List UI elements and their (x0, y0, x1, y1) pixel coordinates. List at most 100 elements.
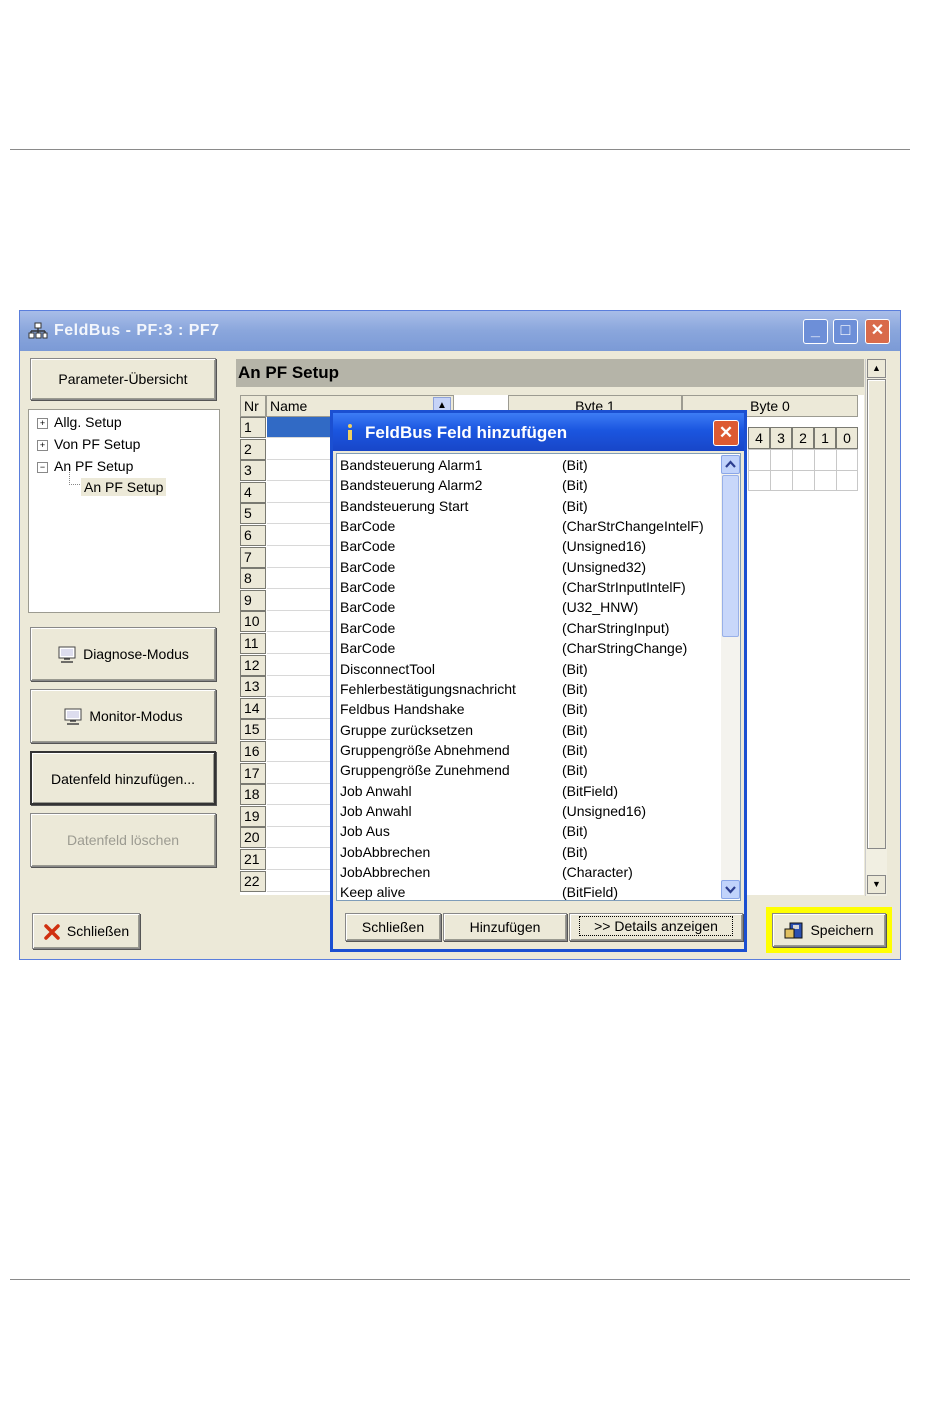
field-list-item[interactable]: BarCode (U32_HNW) (340, 599, 638, 619)
row-number[interactable]: 11 (240, 633, 266, 654)
field-list-item[interactable]: BarCode (CharStringChange) (340, 640, 687, 660)
monitor-icon (64, 708, 82, 726)
field-list-item[interactable]: Bandsteuerung Start (Bit) (340, 498, 588, 518)
field-name: Job Aus (340, 823, 390, 840)
field-name: Gruppe zurücksetzen (340, 721, 474, 738)
add-field-dialog: FeldBus Feld hinzufügen ✕ Bandsteuerung … (330, 410, 747, 952)
delete-data-field-button[interactable]: Datenfeld löschen (30, 813, 216, 867)
field-list-item[interactable]: BarCode (CharStrChangeIntelF) (340, 518, 704, 538)
list-scroll-thumb[interactable] (722, 475, 739, 637)
col-header-nr[interactable]: Nr (240, 395, 266, 417)
add-label: Hinzufügen (469, 919, 541, 935)
row-number[interactable]: 17 (240, 762, 266, 784)
field-type: (CharStringChange) (562, 640, 688, 657)
row-number[interactable]: 8 (240, 568, 266, 590)
field-type: (CharStrChangeIntelF) (562, 518, 704, 535)
row-number[interactable]: 3 (240, 460, 266, 482)
field-name: BarCode (340, 538, 396, 555)
collapse-icon[interactable]: − (37, 461, 48, 473)
parameter-overview-button[interactable]: Parameter-Übersicht (30, 358, 216, 400)
dialog-close-text-button[interactable]: Schließen (345, 913, 441, 941)
tree-item-an-pf-setup-child[interactable]: An PF Setup (81, 478, 167, 496)
field-list-item[interactable]: Job Anwahl (BitField) (340, 783, 618, 803)
row-number[interactable]: 10 (240, 611, 266, 633)
row-number[interactable]: 12 (240, 654, 266, 676)
field-list-item[interactable]: Bandsteuerung Alarm1 (Bit) (340, 457, 588, 477)
row-number[interactable]: 6 (240, 525, 266, 546)
tree-item-an-pf-setup[interactable]: − An PF Setup (37, 458, 133, 474)
field-name: Feldbus Handshake (340, 701, 465, 718)
row-number[interactable]: 1 (240, 417, 266, 438)
row-number[interactable]: 18 (240, 784, 266, 806)
delete-data-field-label: Datenfeld löschen (66, 832, 180, 848)
field-list-item[interactable]: JobAbbrechen (Character) (340, 864, 633, 884)
bit-header: 3 (770, 427, 792, 449)
bit-value-cells[interactable] (748, 449, 858, 491)
row-number[interactable]: 9 (240, 589, 266, 611)
row-number[interactable]: 20 (240, 827, 266, 849)
field-list-item[interactable]: Gruppengröße Abnehmend (Bit) (340, 742, 588, 762)
dialog-titlebar[interactable]: FeldBus Feld hinzufügen ✕ (333, 413, 744, 451)
field-list-item[interactable]: Job Anwahl (Unsigned16) (340, 802, 646, 823)
row-number[interactable]: 16 (240, 741, 266, 762)
expand-icon[interactable]: + (37, 439, 48, 451)
tree-item-label: An PF Setup (84, 479, 164, 495)
row-number[interactable]: 22 (240, 870, 266, 892)
field-list-item[interactable]: BarCode (Unsigned16) (340, 538, 646, 558)
field-name: BarCode (340, 619, 396, 636)
dialog-close-button[interactable]: ✕ (713, 420, 739, 446)
field-list-item[interactable]: BarCode (Unsigned32) (340, 559, 646, 579)
field-list-item[interactable]: Gruppengröße Zunehmend (Bit) (340, 762, 588, 782)
add-button[interactable]: Hinzufügen (443, 913, 567, 941)
field-type: (Bit) (562, 762, 588, 779)
field-type: (Unsigned32) (562, 558, 647, 575)
maximize-button[interactable]: □ (833, 319, 858, 344)
tree-item-von-pf-setup[interactable]: + Von PF Setup (37, 436, 140, 452)
field-name: Bandsteuerung Alarm1 (340, 457, 483, 473)
field-list-item[interactable]: Job Aus (Bit) (340, 823, 588, 843)
field-list-item[interactable]: Gruppe zurücksetzen (Bit) (340, 721, 588, 742)
field-list-item[interactable]: Feldbus Handshake (Bit) (340, 701, 588, 721)
row-number[interactable]: 21 (240, 849, 266, 870)
section-title: An PF Setup (236, 359, 864, 387)
add-data-field-button[interactable]: Datenfeld hinzufügen... (30, 751, 216, 805)
window-titlebar[interactable]: FeldBus - PF:3 : PF7 _ □ ✕ (20, 311, 900, 351)
close-button[interactable]: Schließen (32, 913, 140, 949)
field-list-item[interactable]: Keep alive (BitField) (340, 884, 618, 900)
field-list-item[interactable]: BarCode (CharStrInputIntelF) (340, 579, 686, 599)
diagnose-mode-button[interactable]: Diagnose-Modus (30, 627, 216, 681)
list-scroll-up-button[interactable] (721, 455, 740, 474)
row-number[interactable]: 14 (240, 697, 266, 719)
row-number[interactable]: 2 (240, 438, 266, 460)
field-list-item[interactable]: DisconnectTool (Bit) (340, 661, 588, 681)
row-number[interactable]: 7 (240, 546, 266, 568)
field-list-scrollbar[interactable] (721, 455, 740, 899)
window-title: FeldBus - PF:3 : PF7 (54, 322, 220, 339)
row-number[interactable]: 19 (240, 805, 266, 827)
row-number[interactable]: 5 (240, 503, 266, 525)
scroll-thumb[interactable] (867, 379, 886, 849)
grid-scrollbar[interactable]: ▲ ▼ (865, 359, 887, 896)
minimize-button[interactable]: _ (803, 319, 828, 344)
list-scroll-down-button[interactable] (721, 880, 740, 899)
field-list-item[interactable]: Fehlerbestätigungsnachricht (Bit) (340, 681, 588, 701)
window-close-button[interactable]: ✕ (865, 319, 890, 344)
field-list-item[interactable]: Bandsteuerung Alarm2 (Bit) (340, 477, 588, 497)
row-number[interactable]: 13 (240, 676, 266, 698)
field-list-item[interactable]: JobAbbrechen (Bit) (340, 843, 588, 864)
field-name: Job Anwahl (340, 802, 412, 819)
show-details-button[interactable]: >> Details anzeigen (569, 913, 743, 941)
field-list-item[interactable]: BarCode (CharStringInput) (340, 619, 669, 640)
field-name: Bandsteuerung Alarm2 (340, 477, 483, 494)
monitor-mode-button[interactable]: Monitor-Modus (30, 689, 216, 743)
field-type: (CharStrInputIntelF) (562, 579, 686, 596)
field-name: JobAbbrechen (340, 843, 431, 860)
row-number[interactable]: 15 (240, 719, 266, 741)
scroll-down-button[interactable]: ▼ (867, 875, 886, 894)
expand-icon[interactable]: + (37, 417, 48, 429)
scroll-up-button[interactable]: ▲ (867, 359, 886, 378)
row-number[interactable]: 4 (240, 481, 266, 503)
save-button[interactable]: Speichern (772, 913, 886, 947)
tree-item-allg-setup[interactable]: + Allg. Setup (37, 414, 122, 430)
save-icon (784, 922, 803, 939)
